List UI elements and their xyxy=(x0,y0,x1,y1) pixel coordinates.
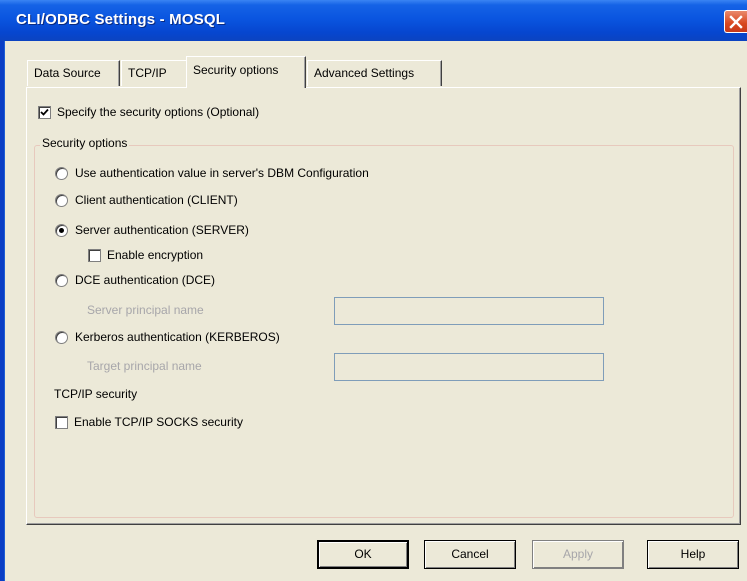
radio-dce-authentication[interactable] xyxy=(55,274,68,287)
window-frame-left xyxy=(0,0,5,581)
radio-kerberos-authentication[interactable] xyxy=(55,331,68,344)
radio-client-authentication-label: Client authentication (CLIENT) xyxy=(75,193,238,207)
help-button[interactable]: Help xyxy=(647,540,739,569)
tab-advanced-settings[interactable]: Advanced Settings xyxy=(307,60,442,86)
cancel-button[interactable]: Cancel xyxy=(424,540,516,569)
tcpip-security-heading: TCP/IP security xyxy=(54,387,138,401)
window-title: CLI/ODBC Settings - MOSQL xyxy=(16,11,226,28)
tab-data-source[interactable]: Data Source xyxy=(27,60,120,86)
radio-selected-dot xyxy=(59,228,64,233)
radio-server-authentication-label: Server authentication (SERVER) xyxy=(75,223,249,237)
radio-server-authentication[interactable] xyxy=(55,224,68,237)
target-principal-label: Target principal name xyxy=(87,359,202,373)
tab-label: Advanced Settings xyxy=(314,66,415,80)
radio-dce-authentication-label: DCE authentication (DCE) xyxy=(75,273,216,287)
close-button[interactable] xyxy=(724,10,747,33)
specify-security-checkbox[interactable] xyxy=(38,106,51,119)
title-bar[interactable]: CLI/ODBC Settings - MOSQL xyxy=(0,0,747,41)
socks-security-checkbox[interactable] xyxy=(55,416,68,429)
server-principal-input xyxy=(334,297,604,325)
checkmark-icon xyxy=(40,108,49,116)
tab-label: Security options xyxy=(193,63,279,77)
radio-kerberos-authentication-label: Kerberos authentication (KERBEROS) xyxy=(75,330,280,344)
radio-client-authentication[interactable] xyxy=(55,194,68,207)
ok-button[interactable]: OK xyxy=(317,540,409,569)
tab-label: TCP/IP xyxy=(128,66,167,80)
tab-security-options[interactable]: Security options xyxy=(186,56,306,88)
radio-dbm-configuration[interactable] xyxy=(55,167,68,180)
security-options-caption: Security options xyxy=(40,136,130,150)
server-principal-label: Server principal name xyxy=(87,303,204,317)
apply-button[interactable]: Apply xyxy=(532,540,624,569)
specify-security-label: Specify the security options (Optional) xyxy=(57,105,260,119)
tab-label: Data Source xyxy=(34,66,101,80)
enable-encryption-label: Enable encryption xyxy=(107,248,204,262)
target-principal-input xyxy=(334,353,604,381)
radio-dbm-configuration-label: Use authentication value in server's DBM… xyxy=(75,166,369,180)
enable-encryption-checkbox[interactable] xyxy=(88,249,101,262)
socks-security-label: Enable TCP/IP SOCKS security xyxy=(74,415,243,429)
tab-tcpip[interactable]: TCP/IP xyxy=(121,60,189,86)
